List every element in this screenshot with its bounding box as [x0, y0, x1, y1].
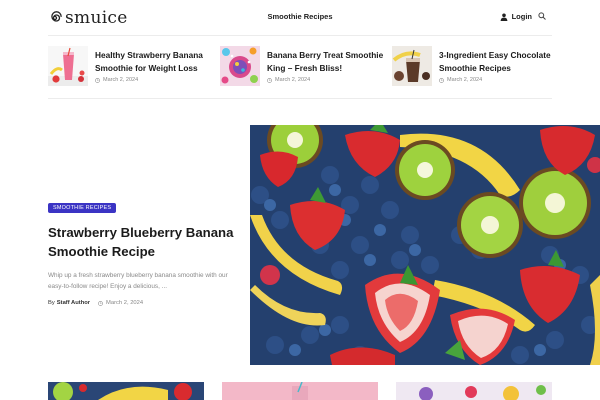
featured-post-excerpt: Whip up a fresh strawberry blueberry ban…	[48, 272, 228, 290]
search-icon[interactable]	[538, 12, 546, 20]
site-header: smuice Smoothie Recipes Login	[48, 0, 552, 36]
top-posts-divider	[48, 98, 552, 99]
featured-post: SMOOTHIE RECIPES Strawberry Blueberry Ba…	[48, 196, 238, 306]
post-card-thumbnail[interactable]	[222, 382, 378, 400]
clock-icon	[267, 77, 272, 83]
clock-icon	[439, 77, 444, 83]
top-post[interactable]: Healthy Strawberry Banana Smoothie for W…	[48, 46, 218, 86]
featured-post-title[interactable]: Strawberry Blueberry Banana Smoothie Rec…	[48, 223, 238, 261]
post-date: March 2, 2024	[439, 77, 552, 83]
featured-post-image[interactable]	[250, 125, 600, 365]
post-date-text: March 2, 2024	[447, 77, 483, 83]
spiral-logo-icon	[51, 11, 62, 22]
login-button[interactable]: Login	[500, 12, 532, 21]
header-divider	[48, 35, 552, 36]
post-date: March 2, 2024	[267, 77, 390, 83]
clock-icon	[95, 77, 100, 83]
nav-smoothie-recipes-link[interactable]: Smoothie Recipes	[267, 12, 332, 21]
top-post[interactable]: Banana Berry Treat Smoothie King – Fresh…	[220, 46, 390, 86]
post-date: March 2, 2024	[95, 77, 218, 83]
post-thumbnail[interactable]	[48, 46, 88, 86]
clock-icon	[98, 300, 103, 306]
featured-post-date: March 2, 2024	[98, 300, 143, 306]
by-label: By	[48, 300, 55, 306]
post-thumbnail[interactable]	[220, 46, 260, 86]
featured-post-meta: By Staff Author March 2, 2024	[48, 300, 238, 306]
post-card-thumbnail[interactable]	[396, 382, 552, 400]
site-logo[interactable]: smuice	[48, 8, 128, 28]
user-icon	[500, 13, 507, 21]
post-title[interactable]: Banana Berry Treat Smoothie King – Fresh…	[267, 49, 390, 74]
post-date-text: March 2, 2024	[103, 77, 139, 83]
author-link[interactable]: Staff Author	[57, 300, 90, 306]
post-title[interactable]: 3-Ingredient Easy Chocolate Smoothie Rec…	[439, 49, 552, 74]
featured-post-date-text: March 2, 2024	[106, 300, 144, 306]
post-date-text: March 2, 2024	[275, 77, 311, 83]
category-badge[interactable]: SMOOTHIE RECIPES	[48, 203, 117, 213]
post-card-thumbnail[interactable]	[48, 382, 204, 400]
post-title[interactable]: Healthy Strawberry Banana Smoothie for W…	[95, 49, 218, 74]
logo-text: smuice	[65, 8, 128, 28]
login-label: Login	[511, 12, 532, 21]
post-thumbnail[interactable]	[392, 46, 432, 86]
top-post[interactable]: 3-Ingredient Easy Chocolate Smoothie Rec…	[392, 46, 552, 86]
